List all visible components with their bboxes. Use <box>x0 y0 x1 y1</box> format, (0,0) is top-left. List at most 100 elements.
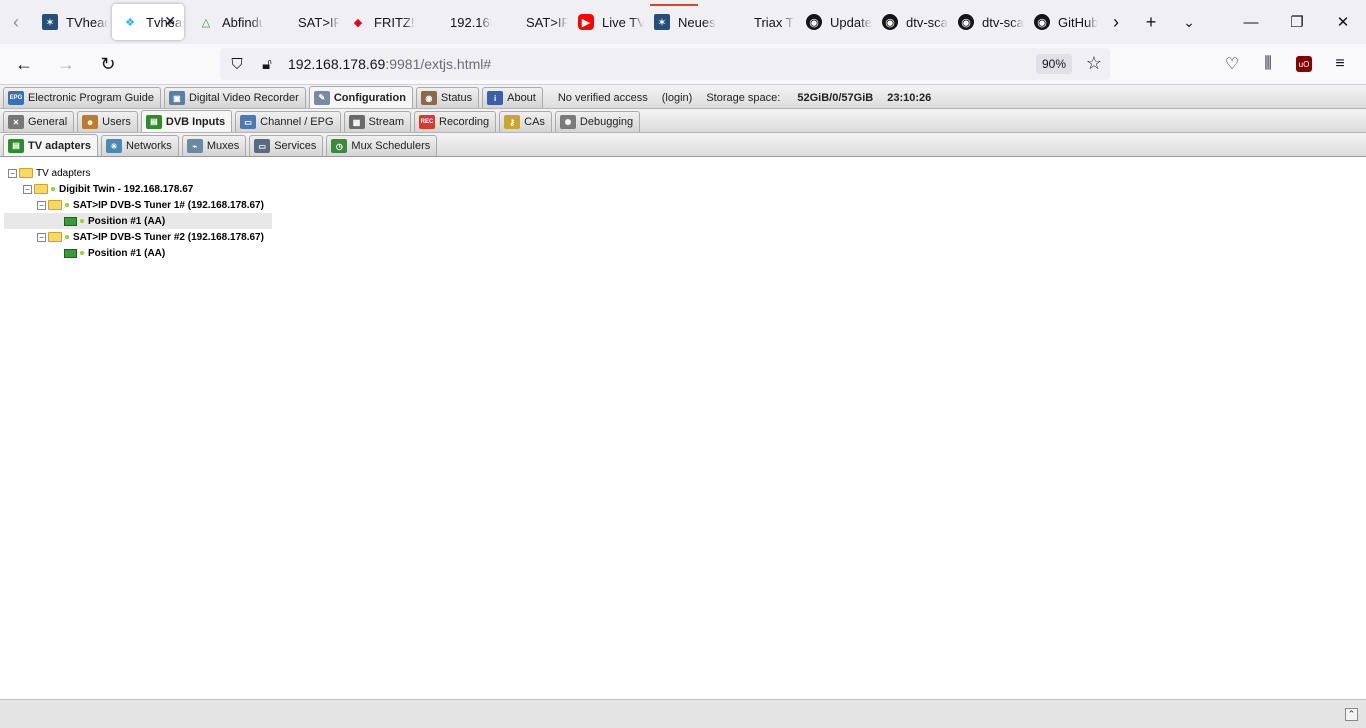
bookmark-star-icon[interactable]: ☆ <box>1086 53 1102 74</box>
tree-node-tuner-2-position[interactable]: Position #1 (AA) <box>4 245 272 261</box>
tree-node-root[interactable]: − TV adapters <box>4 165 272 181</box>
reload-button[interactable]: ↻ <box>90 48 126 80</box>
collapse-toggle-icon[interactable]: − <box>37 232 46 242</box>
browser-tab[interactable]: ✶ TVheadend <box>32 4 108 40</box>
tree-node-tuner-1-position[interactable]: Position #1 (AA) <box>4 213 272 229</box>
browser-tab[interactable]: SAT>IP <box>492 4 568 40</box>
pocket-icon[interactable]: ♡ <box>1214 48 1250 80</box>
login-link[interactable]: (login) <box>662 92 693 104</box>
app-menu-icon[interactable]: ≡ <box>1322 48 1358 80</box>
tabs-scroll-right-button[interactable]: › <box>1100 0 1132 44</box>
tab-label: 192.168.178.1 <box>450 14 492 30</box>
browser-tab[interactable]: SAT>IP <box>264 4 340 40</box>
blank-favicon-icon <box>502 14 518 30</box>
tab-label: Digital Video Recorder <box>188 92 299 104</box>
rec-icon: REC <box>419 115 435 129</box>
expand-log-panel-icon[interactable]: ⌃ <box>1345 708 1358 721</box>
tree-node-label: Position #1 (AA) <box>88 215 166 227</box>
browser-tab[interactable]: ◉ dtv-scan <box>872 4 948 40</box>
tab-list: ✶ TVheadend❖Tvheadend✕ △ Abfindung SAT>IP ◆ FR… <box>32 4 1100 40</box>
ublock-origin-icon[interactable]: uO <box>1296 56 1312 72</box>
access-status: No verified access <box>557 91 648 104</box>
status-dot-icon <box>65 203 69 207</box>
fritz-icon: ◆ <box>353 16 363 29</box>
forward-button[interactable]: → <box>48 48 84 80</box>
status-dot-icon <box>65 235 69 239</box>
url-bar[interactable]: ⛉ 🔓︎ 192.168.178.69:9981/extjs.html# 90%… <box>220 48 1110 80</box>
tab-recording[interactable]: REC Recording <box>414 111 497 132</box>
zoom-level-button[interactable]: 90% <box>1035 54 1072 74</box>
collapse-toggle-icon[interactable]: − <box>8 168 17 178</box>
list-all-tabs-button[interactable]: ⌄ <box>1170 0 1208 44</box>
key-icon: ⚷ <box>504 115 521 129</box>
tab-tv-adapters[interactable]: ▤ TV adapters <box>3 134 98 156</box>
tree-node-label: Digibit Twin - 192.168.178.67 <box>59 183 194 195</box>
tab-services[interactable]: ▭ Services <box>249 135 324 156</box>
tab-debugging[interactable]: ✺ Debugging <box>554 111 641 132</box>
dvb-tabs: ▤ TV adapters ✳ Networks ⌁ Muxes ▭ Services ◷ Mux… <box>3 134 440 156</box>
tab-status[interactable]: ◉ Status <box>415 87 480 108</box>
url-text[interactable]: 192.168.178.69:9981/extjs.html# <box>288 56 491 72</box>
browser-tab[interactable]: 192.168.178.1 <box>416 4 492 40</box>
browser-tab[interactable]: ❖Tvheadend✕ <box>112 4 184 40</box>
tools-icon: ✕ <box>8 115 24 129</box>
tuner-card-icon <box>64 248 77 258</box>
browser-tab[interactable]: ▶ Live TV <box>568 4 644 40</box>
library-icon[interactable]: ⫼ <box>1250 48 1286 80</box>
tracking-protection-shield-icon[interactable]: ⛉ <box>224 56 250 73</box>
tab-general[interactable]: ✕ General <box>3 111 75 132</box>
collapse-toggle-icon[interactable]: − <box>37 200 46 210</box>
tabs-scroll-left-button[interactable]: ‹ <box>0 0 32 44</box>
tab-networks[interactable]: ✳ Networks <box>100 135 179 156</box>
tab-label: Mux Schedulers <box>351 140 431 152</box>
tuner-card-icon <box>64 216 77 226</box>
browser-tab[interactable]: ◆ FRITZ!Box <box>340 4 416 40</box>
tree-node-device[interactable]: − Digibit Twin - 192.168.178.67 <box>4 181 272 197</box>
url-host: 192.168.178.69 <box>288 56 386 72</box>
tab-users[interactable]: ☻ Users <box>77 111 138 132</box>
close-tab-icon[interactable]: ✕ <box>164 13 176 30</box>
tab-channel-epg[interactable]: ▭ Channel / EPG <box>235 111 341 132</box>
tab-digital-video-recorder[interactable]: ▣ Digital Video Recorder <box>163 87 306 108</box>
tab-muxes[interactable]: ⌁ Muxes <box>181 135 247 156</box>
browser-tab[interactable]: ◉ GitHub <box>1024 4 1100 40</box>
tab-label: Triax T <box>754 14 794 30</box>
insecure-connection-lock-icon[interactable]: 🔓︎ <box>254 56 280 73</box>
browser-tab[interactable]: ◉ Update <box>796 4 872 40</box>
collapse-toggle-icon[interactable]: − <box>23 184 32 194</box>
blank-favicon-icon <box>426 14 442 30</box>
restore-button[interactable]: ❐ <box>1274 0 1320 44</box>
info-icon: i <box>487 91 504 105</box>
browser-tab[interactable]: ◉ dtv-scan <box>948 4 1024 40</box>
tab-label: Services <box>274 140 317 152</box>
tree-node-tuner-1[interactable]: − SAT>IP DVB-S Tuner 1# (192.168.178.67) <box>4 197 272 213</box>
browser-tab[interactable]: Triax T <box>720 4 796 40</box>
status-bar: No verified access (login) Storage space… <box>558 87 931 108</box>
tab-electronic-program-guide[interactable]: EPG Electronic Program Guide <box>3 87 161 108</box>
tree-node-tuner-2[interactable]: − SAT>IP DVB-S Tuner #2 (192.168.178.67) <box>4 229 272 245</box>
tab-cas[interactable]: ⚷ CAs <box>499 111 552 132</box>
tab-mux-schedulers[interactable]: ◷ Mux Schedulers <box>326 135 438 156</box>
tab-label: About <box>507 92 536 104</box>
tab-about[interactable]: i About <box>482 87 543 108</box>
tab-dvb-inputs[interactable]: ▤ DVB Inputs <box>140 110 233 132</box>
blank-favicon-icon <box>274 14 290 30</box>
tab-configuration[interactable]: ✎ Configuration <box>308 86 413 108</box>
tab-label: Channel / EPG <box>260 116 334 128</box>
tab-label: FRITZ!Box <box>374 14 416 30</box>
minimize-button[interactable]: — <box>1228 0 1274 44</box>
tab-label: Recording <box>439 116 490 128</box>
kodi-icon: ❖ <box>125 16 135 29</box>
tab-stream[interactable]: ▦ Stream <box>343 111 411 132</box>
back-button[interactable]: ← <box>6 48 42 80</box>
browser-tab[interactable]: △ Abfindung <box>188 4 264 40</box>
status-dot-icon <box>80 251 84 255</box>
storage-status: Storage space: 52GiB/0/57GiB <box>706 92 873 104</box>
close-window-button[interactable]: ✕ <box>1320 0 1366 44</box>
tvheadend-icon: ✶ <box>654 14 670 30</box>
tab-label: Configuration <box>333 91 406 104</box>
tree-node-label: TV adapters <box>36 167 91 179</box>
browser-tab[interactable]: ✶ Neues <box>644 4 720 40</box>
new-tab-button[interactable]: + <box>1132 0 1170 44</box>
network-icon: ✳ <box>105 139 122 153</box>
